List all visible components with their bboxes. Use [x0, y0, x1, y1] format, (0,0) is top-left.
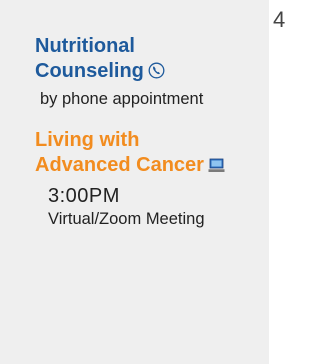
event-title-line2: Counseling: [35, 60, 144, 82]
computer-icon: [208, 155, 225, 180]
event-title-line1: Nutritional: [35, 35, 135, 57]
event-title[interactable]: Living with Advanced Cancer: [35, 128, 225, 180]
event-nutritional-counseling[interactable]: Nutritional Counseling by phone appointm…: [35, 34, 203, 109]
event-title-line1: Living with: [35, 129, 140, 151]
cell-divider: [269, 0, 286, 364]
event-living-with-advanced-cancer[interactable]: Living with Advanced Cancer 3:00PM Virtu…: [35, 128, 225, 229]
event-location: Virtual/Zoom Meeting: [48, 210, 205, 228]
event-title[interactable]: Nutritional Counseling: [35, 34, 203, 86]
event-title-line2: Advanced Cancer: [35, 154, 204, 176]
phone-icon: [148, 61, 165, 86]
day-number: 4: [273, 7, 286, 32]
event-detail: by phone appointment: [40, 90, 204, 108]
event-time: 3:00PM: [48, 185, 120, 207]
